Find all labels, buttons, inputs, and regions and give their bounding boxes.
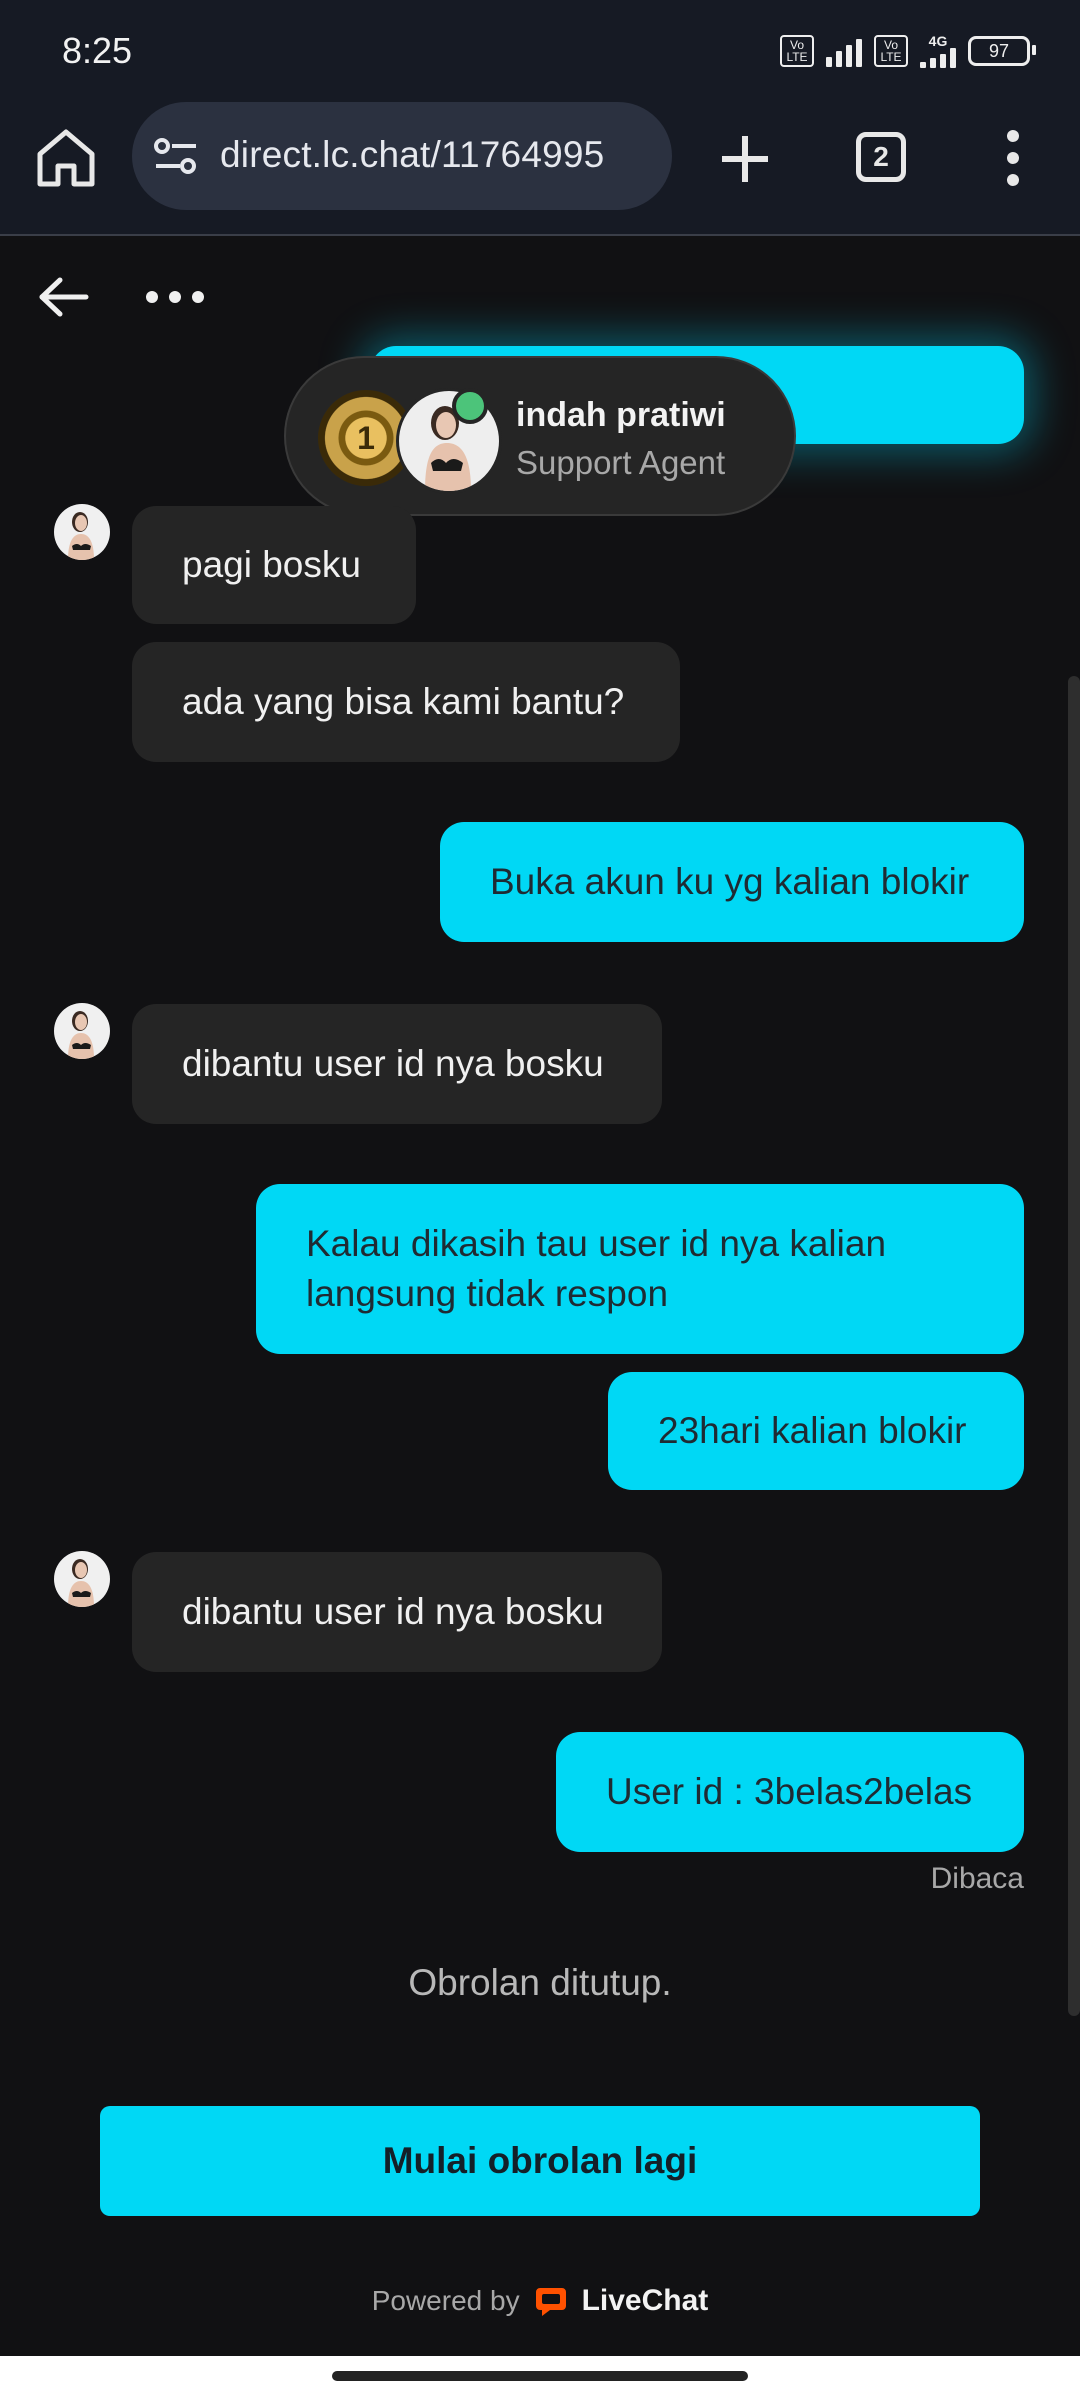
agent-message: pagi bosku — [132, 506, 416, 624]
battery-icon: 97 — [968, 36, 1036, 66]
person-icon — [68, 1559, 94, 1607]
site-settings-icon[interactable] — [154, 136, 198, 176]
status-bar: 8:25 Vo LTE Vo LTE 4G 97 — [0, 0, 1080, 100]
more-vert-icon[interactable] — [990, 122, 1036, 194]
chat-closed-notice: Obrolan ditutup. — [408, 1962, 672, 2003]
person-icon — [68, 512, 94, 560]
volte-icon: Vo LTE — [874, 35, 908, 67]
agent-message: dibantu user id nya bosku — [132, 1552, 662, 1672]
network-indicator: 4G — [920, 34, 956, 68]
agent-role: Support Agent — [516, 444, 726, 481]
more-horiz-icon[interactable] — [140, 272, 210, 322]
address-bar[interactable]: direct.lc.chat/11764995 — [132, 102, 672, 210]
battery-level: 97 — [988, 40, 1010, 61]
livechat-brand: LiveChat — [581, 2284, 709, 2317]
agent-name: indah pratiwi — [516, 396, 726, 434]
powered-by-footer[interactable]: Powered by LiveChat — [0, 2284, 1080, 2318]
online-status-indicator — [452, 388, 488, 424]
back-arrow-icon[interactable] — [34, 272, 94, 322]
agent-avatar-small — [54, 1551, 110, 1607]
agent-card[interactable]: 1 indah pratiwi Support Agent — [284, 356, 796, 516]
user-message: Buka akun ku yg kalian blokir — [440, 822, 1024, 942]
person-icon — [68, 1011, 94, 1059]
browser-toolbar: direct.lc.chat/11764995 2 — [0, 100, 1080, 236]
gesture-handle[interactable] — [332, 2371, 748, 2381]
scrollbar[interactable] — [1068, 676, 1080, 2016]
volte-icon: Vo LTE — [780, 35, 814, 67]
network-type: 4G — [928, 33, 948, 49]
agent-avatar-small — [54, 504, 110, 560]
status-time: 8:25 — [62, 30, 133, 71]
url-text: direct.lc.chat/11764995 — [220, 134, 605, 175]
new-tab-icon[interactable] — [710, 124, 780, 194]
chat-header — [0, 236, 1080, 356]
agent-message: ada yang bisa kami bantu? — [132, 642, 680, 762]
home-icon[interactable] — [30, 122, 102, 194]
status-icons: Vo LTE Vo LTE 4G 97 — [780, 34, 1036, 68]
signal-icon — [826, 35, 862, 67]
user-message: User id : 3belas2belas — [556, 1732, 1024, 1852]
user-message: 23hari kalian blokir — [608, 1372, 1024, 1490]
livechat-logo-icon — [535, 2288, 566, 2316]
signal-icon — [920, 48, 956, 68]
user-message: Kalau dikasih tau user id nya kalian lan… — [256, 1184, 1024, 1354]
agent-message: dibantu user id nya bosku — [132, 1004, 662, 1124]
system-nav-bar — [0, 2356, 1080, 2400]
agent-avatar-small — [54, 1003, 110, 1059]
read-receipt: Dibaca — [930, 1862, 1024, 1895]
powered-by-label: Powered by — [371, 2285, 520, 2316]
tab-switcher-button[interactable]: 2 — [856, 132, 906, 182]
restart-chat-button[interactable]: Mulai obrolan lagi — [100, 2106, 980, 2216]
